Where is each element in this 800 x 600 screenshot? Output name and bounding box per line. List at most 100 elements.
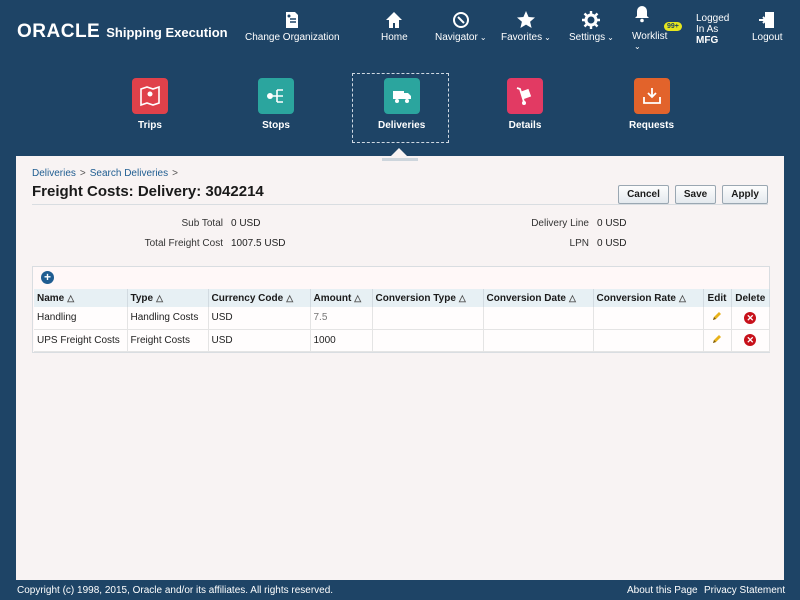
worklist-menu[interactable]: Worklist ⌄ (632, 0, 667, 60)
privacy-statement-link[interactable]: Privacy Statement (704, 585, 785, 596)
footer: Copyright (c) 1998, 2015, Oracle and/or … (0, 582, 800, 600)
sort-icon[interactable]: △ (67, 293, 74, 303)
about-this-page-link[interactable]: About this Page (627, 585, 698, 596)
col-conversion-type-label: Conversion Type (375, 292, 456, 304)
logout-link[interactable]: Logout (752, 0, 783, 60)
springboard: Trips Stops Deliveries Details Requests (0, 68, 800, 148)
bell-icon (632, 4, 652, 24)
col-amount[interactable]: Amount △ (310, 289, 373, 307)
tile-requests-icon-box (633, 78, 670, 114)
tile-stops-label: Stops (262, 120, 290, 131)
tile-details-icon-box (507, 78, 543, 114)
delivery-line-label: Delivery Line (531, 218, 589, 229)
col-edit: Edit (703, 289, 732, 307)
pencil-icon[interactable] (711, 333, 723, 348)
col-conversion-date-label: Conversion Date (486, 292, 566, 304)
col-conversion-type[interactable]: Conversion Type △ (372, 289, 484, 307)
col-type[interactable]: Type △ (127, 289, 209, 307)
username: MFG (696, 35, 719, 46)
sort-icon[interactable]: △ (459, 293, 466, 303)
col-conversion-date[interactable]: Conversion Date △ (483, 289, 594, 307)
lpn-value: 0 USD (597, 238, 627, 249)
worklist-label: Worklist (632, 31, 668, 42)
oracle-logo: ORACLE (17, 21, 101, 42)
col-delete: Delete (731, 289, 770, 307)
tile-stops-icon-box (258, 78, 294, 114)
freight-costs-table-region: + Name △ Type △ Currency Code △ Amount △ Con… (32, 266, 770, 353)
tile-requests-label: Requests (629, 120, 675, 131)
cell-edit (703, 329, 732, 352)
cell-delete: ✕ (731, 329, 770, 352)
pencil-icon[interactable] (711, 310, 723, 325)
sort-icon[interactable]: △ (679, 293, 686, 303)
cell-conversion-type (372, 329, 484, 352)
chevron-down-icon: ⌄ (634, 42, 641, 51)
chevron-down-icon: ⌄ (607, 33, 614, 42)
col-type-label: Type (130, 292, 154, 304)
breadcrumb-search-deliveries[interactable]: Search Deliveries (90, 168, 168, 179)
col-currency-code[interactable]: Currency Code △ (208, 289, 311, 307)
total-freight-cost-value: 1007.5 USD (231, 238, 286, 249)
breadcrumb-deliveries[interactable]: Deliveries (32, 168, 76, 179)
cell-currency: USD (208, 307, 311, 330)
settings-menu[interactable]: Settings ⌄ (569, 0, 614, 60)
panel-pointer-bar (382, 158, 418, 161)
breadcrumb-separator: > (172, 168, 178, 179)
page-actions: Cancel Save Apply (618, 185, 768, 204)
cell-name: UPS Freight Costs (34, 329, 128, 352)
delete-icon[interactable]: ✕ (744, 334, 757, 346)
logout-label: Logout (752, 32, 783, 43)
navigator-label: Navigator (435, 32, 478, 43)
cancel-button[interactable]: Cancel (618, 185, 669, 204)
table-row: Handling Handling Costs USD 7.5 ✕ (34, 307, 770, 330)
home-label: Home (381, 32, 408, 43)
save-button[interactable]: Save (674, 185, 717, 204)
col-conversion-rate[interactable]: Conversion Rate △ (593, 289, 704, 307)
freight-costs-table: Name △ Type △ Currency Code △ Amount △ Conve… (34, 289, 770, 352)
breadcrumb: Deliveries > Search Deliveries > (32, 168, 182, 179)
lpn-field: LPN 0 USD (486, 238, 627, 249)
tile-requests[interactable]: Requests (629, 78, 674, 131)
delivery-line-field: Delivery Line 0 USD (486, 218, 626, 229)
gear-icon (581, 10, 601, 30)
home-icon (384, 10, 404, 30)
home-link[interactable]: Home (381, 0, 408, 60)
tile-deliveries-label: Deliveries (378, 120, 426, 131)
change-organization-icon (282, 10, 302, 30)
tile-stops[interactable]: Stops (258, 78, 294, 131)
cell-currency: USD (208, 329, 311, 352)
cell-type: Handling Costs (127, 307, 209, 330)
cell-conversion-date (483, 307, 594, 330)
sub-total-label: Sub Total (181, 218, 223, 229)
tile-deliveries[interactable]: Deliveries (378, 78, 425, 131)
header-divider (32, 204, 768, 205)
sub-total-field: Sub Total 0 USD (116, 218, 260, 229)
global-header: ORACLE Shipping Execution Change Organiz… (0, 0, 800, 60)
delete-icon[interactable]: ✕ (744, 311, 757, 324)
tile-trips[interactable]: Trips (132, 78, 168, 131)
cell-conversion-type (372, 307, 484, 330)
navigator-menu[interactable]: Navigator ⌄ (435, 0, 487, 60)
page-title: Freight Costs: Delivery: 3042214 (32, 183, 264, 200)
apply-button[interactable]: Apply (722, 185, 768, 204)
favorites-menu[interactable]: Favorites ⌄ (501, 0, 551, 60)
col-amount-label: Amount (313, 292, 352, 304)
cell-conversion-rate (593, 307, 704, 330)
add-row-icon[interactable]: + (41, 271, 54, 284)
change-organization-label: Change Organization (245, 32, 340, 43)
col-name[interactable]: Name △ (34, 289, 128, 307)
change-organization-link[interactable]: Change Organization (245, 0, 340, 60)
tile-deliveries-icon-box (383, 78, 420, 114)
tile-details[interactable]: Details (507, 78, 543, 131)
map-icon (140, 85, 160, 107)
brand: ORACLE Shipping Execution (17, 21, 228, 43)
sort-icon[interactable]: △ (569, 293, 576, 303)
cell-amount: 1000 (310, 329, 373, 352)
sort-icon[interactable]: △ (286, 293, 293, 303)
sort-icon[interactable]: △ (354, 293, 361, 303)
cell-type: Freight Costs (127, 329, 209, 352)
sort-icon[interactable]: △ (156, 293, 163, 303)
star-icon (516, 10, 536, 30)
cell-conversion-date (483, 329, 594, 352)
total-freight-cost-field: Total Freight Cost 1007.5 USD (116, 238, 286, 249)
